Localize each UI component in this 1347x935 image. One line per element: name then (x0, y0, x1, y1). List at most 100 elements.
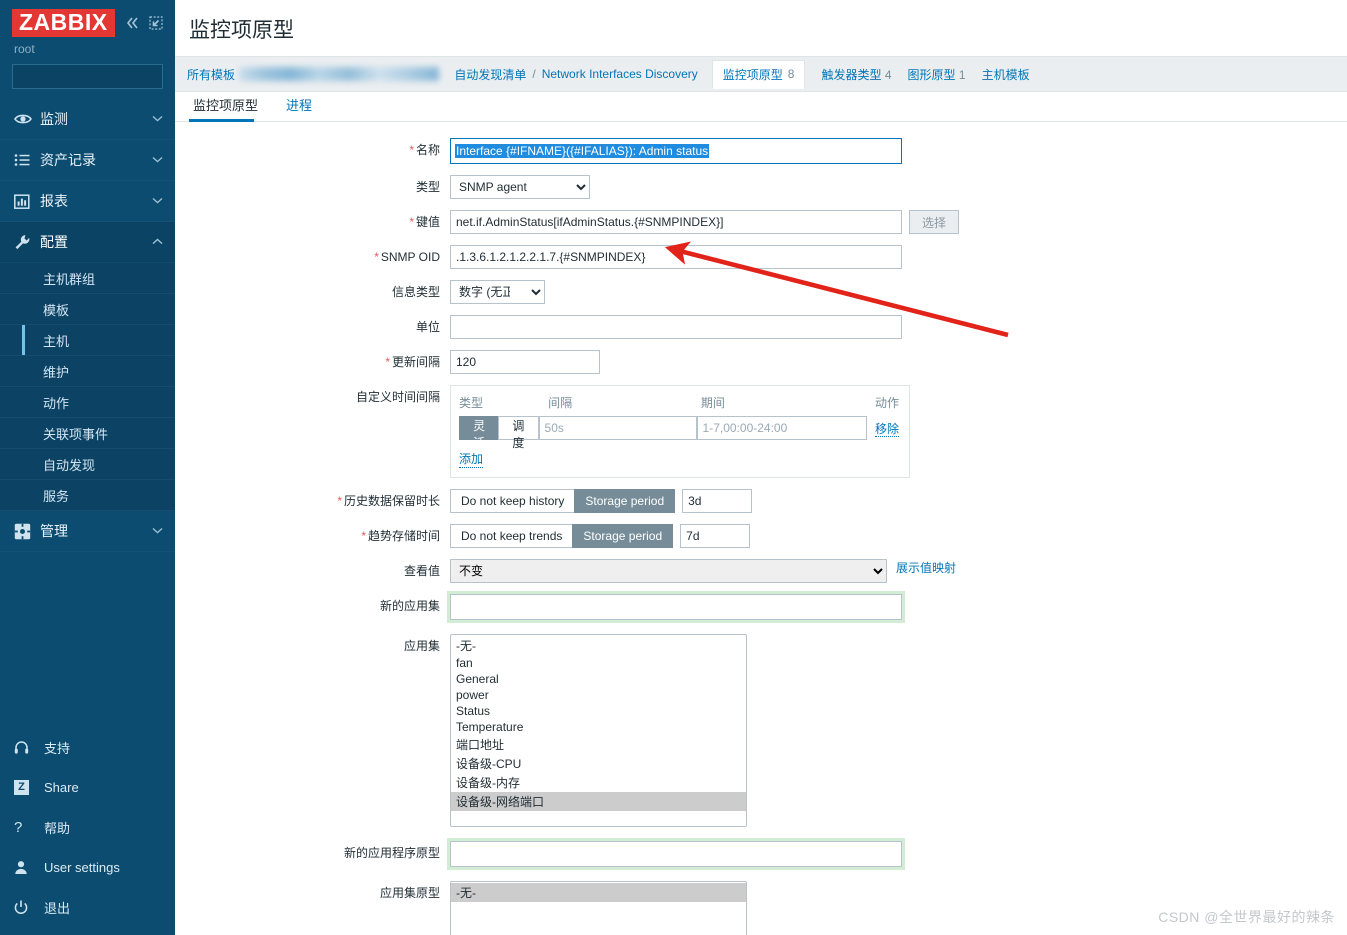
double-chevron-left-icon[interactable] (125, 16, 141, 30)
required-marker: * (337, 494, 342, 508)
breadcrumb-link-label[interactable]: 图形原型 (908, 68, 956, 82)
zabbix-logo[interactable]: ZABBIX (12, 9, 115, 38)
field-new-application-prototype (447, 838, 905, 870)
application-prototype-option-selected[interactable]: -无- (451, 883, 746, 902)
label-snmp-oid: * SNMP OID (175, 245, 450, 264)
breadcrumb-trigger-prototypes[interactable]: 触发器类型 4 (821, 66, 891, 83)
applications-listbox[interactable]: -无- fan General power Status Temperature… (450, 634, 747, 827)
sidebar-nav: 监测 资产记录 报表 配置 主机群组 模板 主机 维护 动作 关联项事件 自动发… (0, 99, 175, 553)
breadcrumb-tab-label[interactable]: 监控项原型 (723, 66, 783, 83)
add-interval-link[interactable]: 添加 (459, 450, 484, 468)
sidebar-subnav-configuration: 主机群组 模板 主机 维护 动作 关联项事件 自动发现 服务 (0, 263, 175, 512)
label-text: 更新间隔 (391, 355, 440, 369)
breadcrumb-template-name-redacted[interactable] (239, 67, 440, 81)
label-text: 自定义时间间隔 (355, 390, 440, 404)
interval-input[interactable] (538, 416, 697, 440)
field-applications: -无- fan General power Status Temperature… (450, 634, 747, 827)
label-text: 历史数据保留时长 (343, 494, 440, 508)
sidebar-item-event-correlation[interactable]: 关联项事件 (0, 418, 175, 450)
sidebar-item-signout[interactable]: 退出 (0, 887, 175, 927)
sidebar-item-help[interactable]: ? 帮助 (0, 807, 175, 847)
search-box[interactable] (12, 64, 193, 90)
sidebar-footer-label: Share (44, 779, 79, 795)
breadcrumb-discovery-rule[interactable]: Network Interfaces Discovery (542, 67, 698, 81)
sidebar-item-actions[interactable]: 动作 (0, 387, 175, 419)
breadcrumb-discovery-list[interactable]: 自动发现清单 (454, 66, 526, 83)
sidebar-item-support[interactable]: 支持 (0, 727, 175, 767)
new-application-prototype-input[interactable] (447, 838, 905, 870)
application-option[interactable]: General (451, 671, 746, 687)
application-option[interactable]: -无- (451, 636, 746, 655)
application-option[interactable]: Status (451, 703, 746, 719)
breadcrumb-all-templates[interactable]: 所有模板 (187, 66, 235, 83)
label-application-prototypes: 应用集原型 (175, 881, 450, 900)
chevron-down-icon (152, 114, 163, 125)
unit-input[interactable] (450, 315, 902, 339)
tab-preprocessing[interactable]: 进程 (282, 91, 322, 121)
sidebar-item-reports[interactable]: 报表 (0, 181, 175, 223)
application-option[interactable]: 端口地址 (451, 735, 746, 754)
sidebar-subitem-label: 维护 (43, 364, 70, 380)
custom-intervals-table: 类型 间隔 期间 动作 灵活 调度 50s 1-7,00:00-24:00 移除… (450, 385, 910, 478)
sidebar-footer-label: 帮助 (44, 820, 71, 836)
form-row-trends: * 趋势存储时间 Do not keep trends Storage perio… (175, 524, 1347, 548)
application-option[interactable]: power (451, 687, 746, 703)
history-storage-period-button[interactable]: Storage period (574, 489, 676, 513)
sidebar-item-maintenance[interactable]: 维护 (0, 356, 175, 388)
name-input[interactable]: Interface {#IFNAME}({#IFALIAS}): Admin s… (450, 138, 902, 164)
interval-type-scheduling-button[interactable]: 调度 (498, 416, 539, 450)
sidebar-item-configuration[interactable]: 配置 (0, 222, 175, 264)
field-snmp-oid (450, 245, 902, 269)
history-period-input[interactable] (682, 489, 753, 513)
user-icon (14, 860, 44, 875)
application-option-selected[interactable]: 设备级-网络端口 (451, 792, 746, 811)
period-input[interactable] (696, 416, 867, 440)
key-input[interactable] (450, 210, 902, 234)
update-interval-input[interactable] (450, 350, 600, 374)
info-type-select[interactable]: 数字 (无正负) (450, 280, 545, 304)
sidebar-item-hosts[interactable]: 主机 (0, 325, 175, 357)
sidebar-item-user-settings[interactable]: User settings (0, 847, 175, 887)
label-value-map: 查看值 (175, 559, 450, 578)
compact-view-icon[interactable] (149, 16, 163, 30)
breadcrumb-graph-prototypes[interactable]: 图形原型 1 (908, 66, 966, 83)
sidebar-subitem-label: 关联项事件 (43, 426, 109, 442)
interval-type-flexible-button[interactable]: 灵活 (459, 416, 500, 450)
application-option[interactable]: fan (451, 655, 746, 671)
value-map-select[interactable]: 不变 (450, 559, 887, 583)
snmp-oid-input[interactable] (450, 245, 902, 269)
sidebar-item-share[interactable]: Z Share (0, 767, 175, 807)
search-input[interactable] (19, 68, 178, 85)
remove-interval-link[interactable]: 移除 (874, 421, 899, 437)
sidebar-item-services[interactable]: 服务 (0, 480, 175, 512)
label-applications: 应用集 (175, 634, 450, 653)
sidebar-item-monitoring[interactable]: 监测 (0, 99, 175, 141)
breadcrumb-host-prototypes[interactable]: 主机模板 (982, 66, 1030, 83)
sidebar-item-host-groups[interactable]: 主机群组 (0, 263, 175, 295)
select-key-button[interactable]: 选择 (909, 210, 960, 234)
application-prototypes-listbox[interactable]: -无- (450, 881, 747, 935)
new-application-input[interactable] (447, 591, 905, 623)
type-select[interactable]: SNMP agent (450, 175, 590, 199)
show-value-mappings-link[interactable]: 展示值映射 (896, 559, 956, 576)
form-row-new-application: 新的应用集 (175, 591, 1347, 623)
sidebar-item-label: 管理 (40, 523, 68, 540)
application-option[interactable]: Temperature (451, 719, 746, 735)
breadcrumb-link-label[interactable]: 触发器类型 (821, 68, 881, 82)
sidebar-item-administration[interactable]: 管理 (0, 511, 175, 553)
sidebar-item-inventory[interactable]: 资产记录 (0, 140, 175, 182)
sidebar-item-discovery[interactable]: 自动发现 (0, 449, 175, 481)
history-do-not-keep-button[interactable]: Do not keep history (450, 489, 576, 513)
sidebar-item-templates[interactable]: 模板 (0, 294, 175, 326)
sidebar-item-label: 监测 (40, 111, 68, 128)
zabbix-share-icon: Z (14, 779, 44, 795)
application-option[interactable]: 设备级-内存 (451, 773, 746, 792)
trends-period-input[interactable] (680, 524, 751, 548)
application-option[interactable]: 设备级-CPU (451, 754, 746, 773)
trends-storage-period-button[interactable]: Storage period (572, 524, 674, 548)
trends-do-not-keep-button[interactable]: Do not keep trends (450, 524, 574, 548)
tab-item-prototype[interactable]: 监控项原型 (189, 91, 268, 122)
sidebar-footer: 支持 Z Share ? 帮助 User settings 退出 (0, 727, 175, 935)
breadcrumb-tab-item-prototypes[interactable]: 监控项原型 8 (711, 59, 806, 89)
breadcrumb-link-label[interactable]: 主机模板 (982, 68, 1030, 82)
